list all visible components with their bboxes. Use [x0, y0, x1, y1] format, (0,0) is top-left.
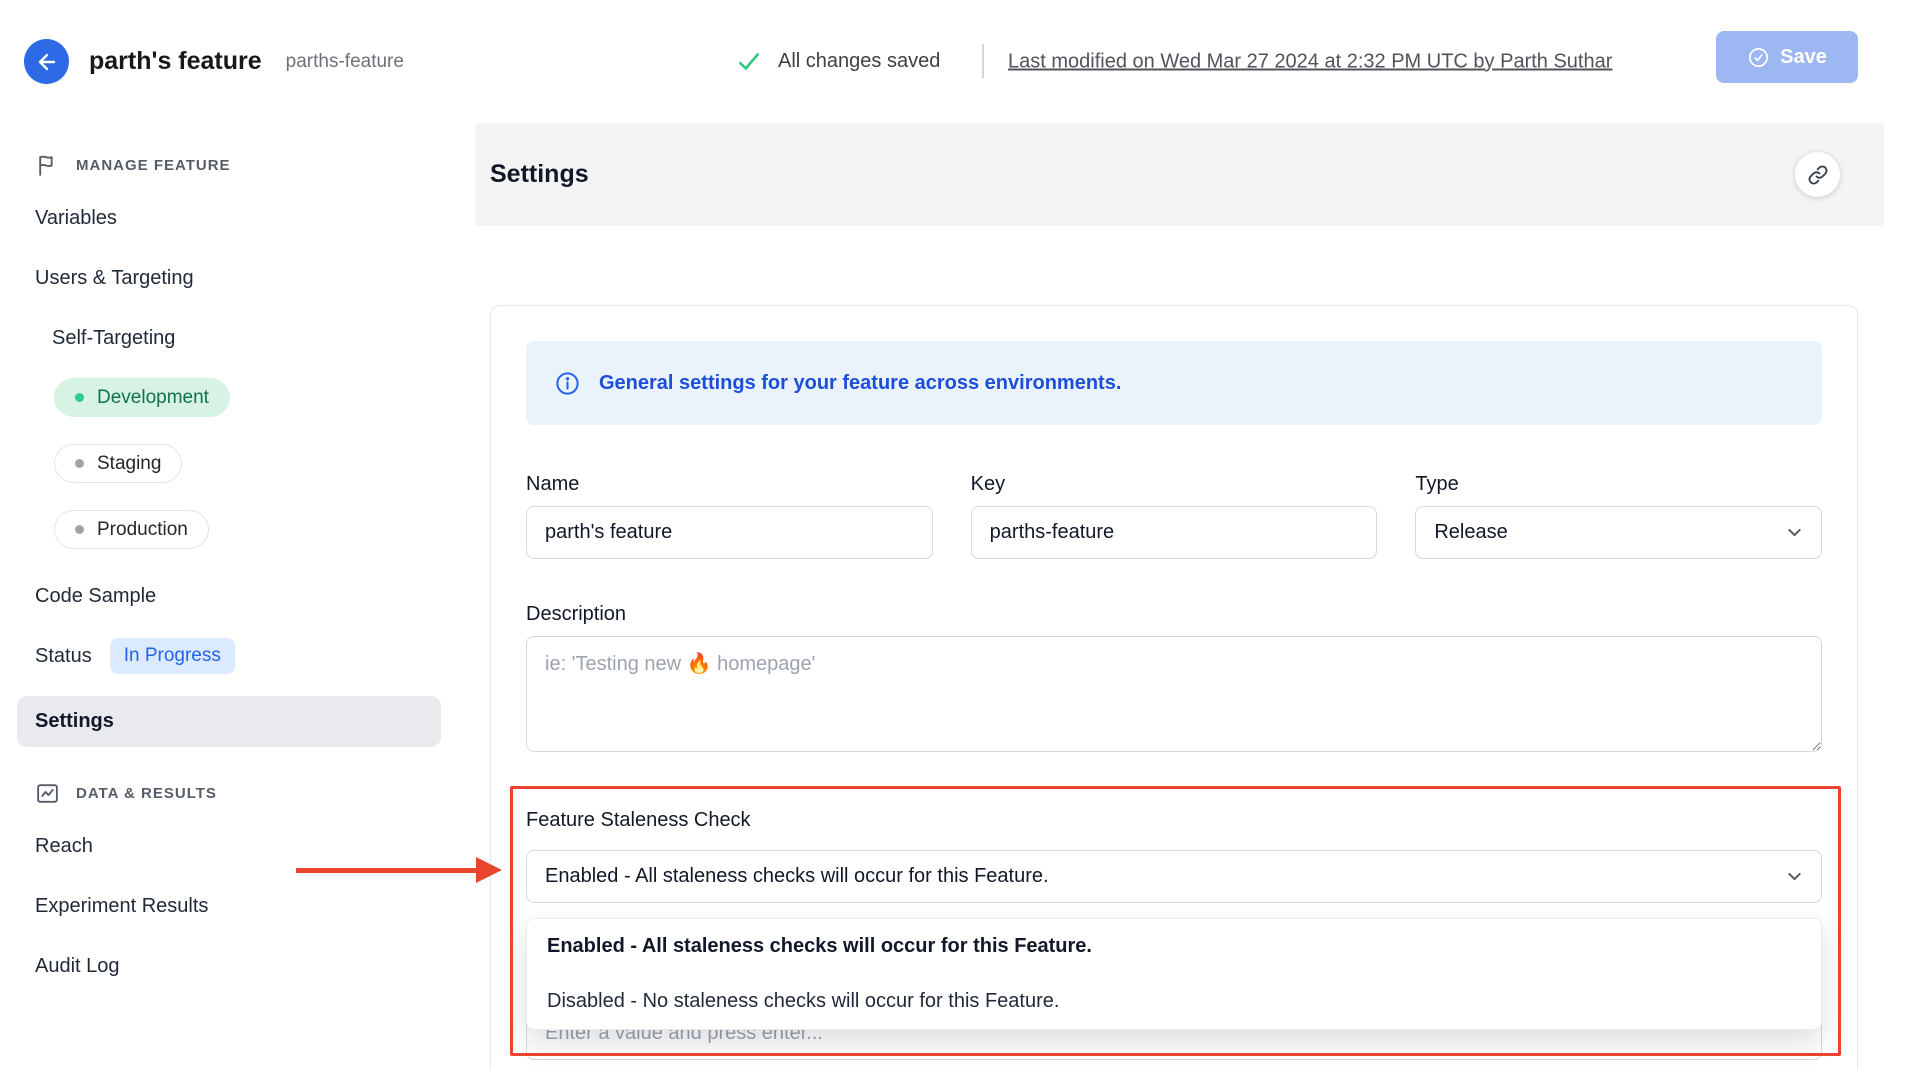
env-pill-staging[interactable]: Staging: [54, 444, 182, 483]
staleness-dropdown: Enabled - All staleness checks will occu…: [526, 918, 1822, 1030]
staleness-option-enabled[interactable]: Enabled - All staleness checks will occu…: [527, 919, 1821, 974]
info-icon: [554, 370, 581, 397]
name-label: Name: [526, 473, 933, 496]
name-input[interactable]: [526, 506, 933, 559]
sidebar-item-self-targeting[interactable]: Self-Targeting: [35, 318, 475, 358]
env-pill-production[interactable]: Production: [54, 510, 209, 549]
sidebar-item-reach[interactable]: Reach: [35, 826, 475, 866]
flag-icon: [35, 153, 60, 178]
circle-check-icon: [1747, 46, 1770, 69]
type-label: Type: [1415, 473, 1822, 496]
key-label: Key: [971, 473, 1378, 496]
save-status: All changes saved: [736, 49, 940, 75]
save-button[interactable]: Save: [1716, 31, 1858, 83]
sidebar-item-status[interactable]: Status In Progress: [35, 636, 475, 676]
sidebar-item-users-targeting[interactable]: Users & Targeting: [35, 258, 475, 298]
gray-dot-icon: [75, 525, 84, 534]
description-field-group: Description: [526, 603, 1822, 757]
staleness-option-disabled[interactable]: Disabled - No staleness checks will occu…: [527, 974, 1821, 1029]
staleness-select-value: Enabled - All staleness checks will occu…: [545, 865, 1049, 888]
env-production-label: Production: [97, 519, 188, 541]
env-development-label: Development: [97, 387, 209, 409]
data-results-section-header: DATA & RESULTS: [35, 781, 475, 806]
arrow-left-icon: [35, 50, 59, 74]
chevron-down-icon: [1784, 522, 1805, 543]
page-title: Settings: [490, 160, 589, 189]
sidebar-item-settings[interactable]: Settings: [17, 696, 441, 747]
type-select-value: Release: [1434, 521, 1507, 544]
type-field-group: Type Release: [1415, 473, 1822, 559]
description-label: Description: [526, 603, 1822, 626]
feature-title: parth's feature: [89, 47, 262, 76]
settings-label: Settings: [35, 710, 114, 733]
feature-key-subtitle: parths-feature: [286, 51, 404, 73]
info-banner: General settings for your feature across…: [526, 341, 1822, 425]
save-button-label: Save: [1780, 46, 1827, 69]
key-field-group: Key: [971, 473, 1378, 559]
manage-feature-section-header: MANAGE FEATURE: [35, 153, 475, 178]
header-divider: [982, 44, 984, 78]
settings-header-strip: Settings: [475, 123, 1884, 226]
sidebar-item-code-sample[interactable]: Code Sample: [35, 576, 475, 616]
manage-feature-label: MANAGE FEATURE: [76, 157, 231, 174]
link-icon: [1806, 163, 1830, 187]
last-modified-link[interactable]: Last modified on Wed Mar 27 2024 at 2:32…: [1008, 50, 1612, 73]
env-staging-label: Staging: [97, 453, 161, 475]
type-select[interactable]: Release: [1415, 506, 1822, 559]
status-label: Status: [35, 645, 92, 668]
staleness-select[interactable]: Enabled - All staleness checks will occu…: [526, 850, 1822, 903]
data-results-label: DATA & RESULTS: [76, 785, 217, 802]
sidebar-item-experiment-results[interactable]: Experiment Results: [35, 886, 475, 926]
env-pill-development[interactable]: Development: [54, 378, 230, 417]
main-content: Settings General settings for your featu…: [475, 123, 1916, 1070]
staleness-field-group: Feature Staleness Check Enabled - All st…: [526, 809, 1822, 1060]
info-banner-text: General settings for your feature across…: [599, 372, 1121, 395]
top-header: parth's feature parths-feature All chang…: [0, 0, 1916, 123]
sidebar-item-variables[interactable]: Variables: [35, 198, 475, 238]
staleness-label: Feature Staleness Check: [526, 809, 1822, 832]
copy-link-button[interactable]: [1795, 152, 1840, 197]
gray-dot-icon: [75, 459, 84, 468]
description-textarea[interactable]: [526, 636, 1822, 752]
settings-card: General settings for your feature across…: [490, 305, 1858, 1070]
check-icon: [736, 49, 762, 75]
chart-icon: [35, 781, 60, 806]
sidebar: MANAGE FEATURE Variables Users & Targeti…: [0, 123, 475, 1070]
name-field-group: Name: [526, 473, 933, 559]
saved-status-text: All changes saved: [778, 50, 940, 73]
chevron-down-icon: [1784, 866, 1805, 887]
sidebar-item-audit-log[interactable]: Audit Log: [35, 946, 475, 986]
green-dot-icon: [75, 393, 84, 402]
back-button[interactable]: [24, 39, 69, 84]
key-input[interactable]: [971, 506, 1378, 559]
status-badge: In Progress: [110, 638, 235, 674]
